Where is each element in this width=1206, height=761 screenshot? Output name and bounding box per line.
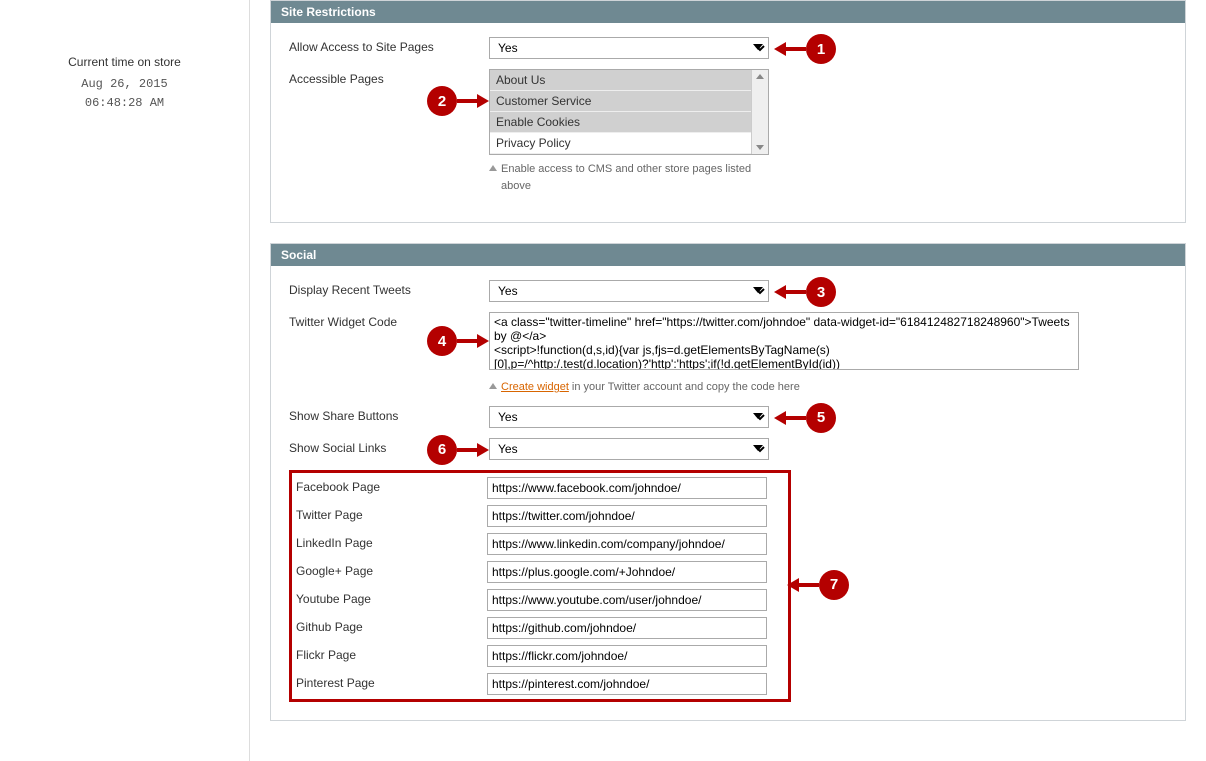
annotation-badge: 1 [806,34,836,64]
store-time-label: Current time on store [0,55,249,69]
hint-accessible-pages: Enable access to CMS and other store pag… [489,161,769,194]
main-content: Site Restrictions Allow Access to Site P… [250,0,1206,761]
annotation-badge: 3 [806,277,836,307]
label-share-buttons: Show Share Buttons [289,406,489,423]
scrollbar[interactable] [751,70,768,154]
input-googleplus-page[interactable] [487,561,767,583]
label-github-page: Github Page [296,617,487,634]
link-create-widget[interactable]: Create widget [501,381,569,393]
label-pinterest-page: Pinterest Page [296,673,487,690]
panel-social: Social Display Recent Tweets Yes 3 [270,243,1186,721]
input-facebook-page[interactable] [487,477,767,499]
list-item[interactable]: Privacy Policy [490,133,768,154]
label-twitter-code: Twitter Widget Code [289,312,489,329]
annotation-badge: 5 [806,403,836,433]
panel-header-site-restrictions[interactable]: Site Restrictions [271,1,1185,23]
input-github-page[interactable] [487,617,767,639]
input-pinterest-page[interactable] [487,673,767,695]
select-social-links[interactable]: Yes [489,438,769,460]
input-youtube-page[interactable] [487,589,767,611]
label-flickr-page: Flickr Page [296,645,487,662]
input-flickr-page[interactable] [487,645,767,667]
input-linkedin-page[interactable] [487,533,767,555]
select-allow-access[interactable]: Yes [489,37,769,59]
list-item[interactable]: About Us [490,70,768,91]
hint-twitter-code: Create widget in your Twitter account an… [489,379,1079,396]
panel-site-restrictions: Site Restrictions Allow Access to Site P… [270,0,1186,223]
list-item[interactable]: Enable Cookies [490,112,768,133]
label-googleplus-page: Google+ Page [296,561,487,578]
listbox-accessible-pages[interactable]: About Us Customer Service Enable Cookies… [489,69,769,155]
social-links-group: Facebook Page Twitter Page LinkedIn Page… [289,470,791,702]
label-accessible-pages: Accessible Pages [289,69,489,86]
select-display-tweets[interactable]: Yes [489,280,769,302]
label-facebook-page: Facebook Page [296,477,487,494]
label-social-links: Show Social Links [289,438,489,455]
label-twitter-page: Twitter Page [296,505,487,522]
label-allow-access: Allow Access to Site Pages [289,37,489,54]
textarea-twitter-code[interactable]: <a class="twitter-timeline" href="https:… [489,312,1079,370]
list-item[interactable]: Customer Service [490,91,768,112]
annotation-badge: 2 [427,86,457,116]
annotation-badge: 7 [819,570,849,600]
arrow-down-icon [756,145,764,150]
label-youtube-page: Youtube Page [296,589,487,606]
select-share-buttons[interactable]: Yes [489,406,769,428]
store-time-date: Aug 26, 2015 [0,75,249,94]
input-twitter-page[interactable] [487,505,767,527]
annotation-badge: 4 [427,326,457,356]
panel-header-social[interactable]: Social [271,244,1185,266]
store-time-clock: 06:48:28 AM [0,94,249,113]
arrow-up-icon [756,74,764,79]
label-display-tweets: Display Recent Tweets [289,280,489,297]
sidebar: Current time on store Aug 26, 2015 06:48… [0,0,250,761]
label-linkedin-page: LinkedIn Page [296,533,487,550]
